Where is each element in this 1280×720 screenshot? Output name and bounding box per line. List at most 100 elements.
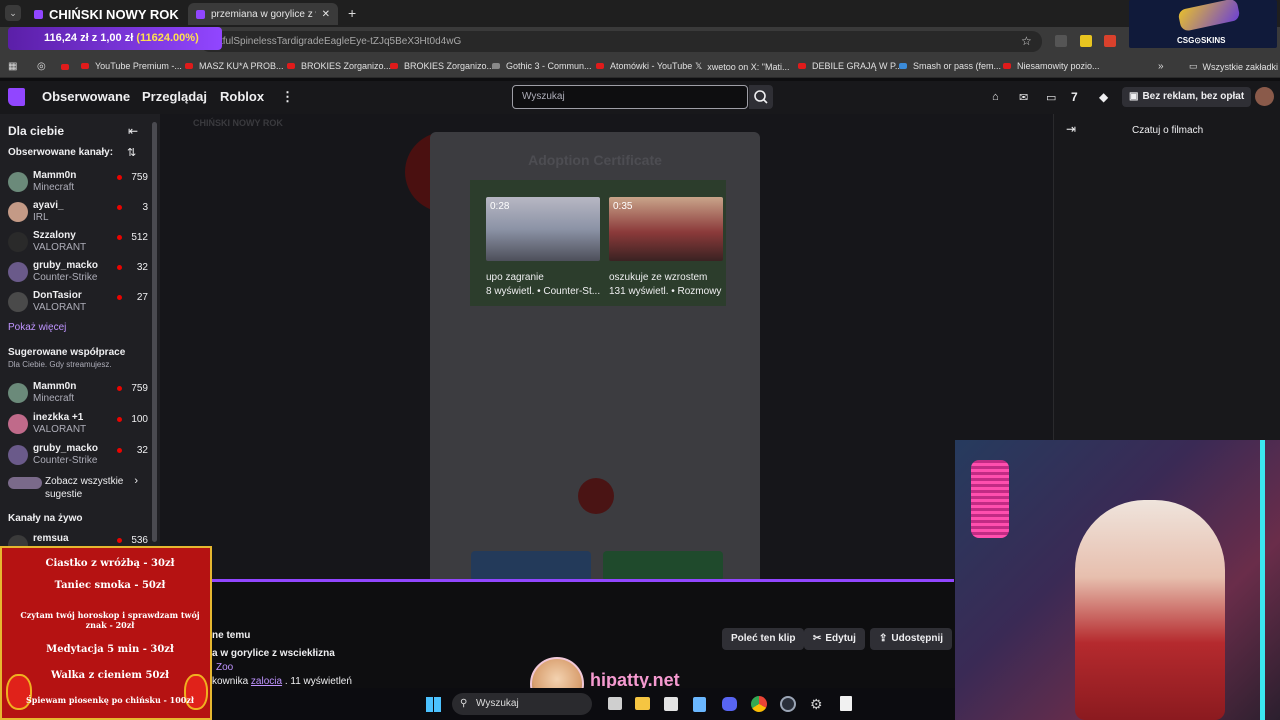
apps-grid-icon[interactable]: ▦ [8,61,17,72]
messages-icon[interactable]: ✉ [1019,91,1028,104]
inbox-icon[interactable]: ⌂ [992,91,999,103]
nav-followed[interactable]: Obserwowane [42,89,130,104]
tab-list-button[interactable]: ⌄ [5,5,21,21]
steam-icon[interactable] [780,696,796,712]
sidebar-scrollbar[interactable] [152,122,157,542]
youtube-icon [390,63,398,69]
extension-icon[interactable] [1104,35,1116,47]
windows-start-icon[interactable] [426,697,441,712]
bookmark-item[interactable]: 𝕏xwetoo on X: "Mati... [695,61,790,72]
sidebar-channel-item[interactable]: inezkka +1 VALORANT 100 [8,412,148,438]
bookmark-star-icon[interactable]: ☆ [1021,34,1032,48]
discord-icon[interactable] [722,697,737,711]
more-bookmarks-icon[interactable]: » [1158,61,1164,72]
extension-icon[interactable] [1080,35,1092,47]
search-input[interactable]: Wyszukaj [512,85,748,109]
extension-icon[interactable] [1055,35,1067,47]
clipper-link[interactable]: zalocia [251,676,282,687]
bookmark-icon[interactable] [61,64,69,70]
bookmark-item[interactable]: Gothic 3 - Commun... [492,61,592,71]
sidebar-channel-item[interactable]: Mamm0n Minecraft 759 [8,381,148,407]
all-bookmarks-button[interactable]: ▭ Wszystkie zakładki [1189,61,1278,72]
expand-chat-icon[interactable]: ⇥ [1066,122,1076,136]
clip-player[interactable]: CHIŃSKI NOWY ROK Adoption Certificate [160,114,1053,580]
settings-icon[interactable]: ⚙ [810,696,823,713]
live-channels-title: Kanały na żywo [8,513,83,524]
clip-category-link[interactable]: Zoo [216,662,233,673]
share-clip-button[interactable]: ⇪ Udostępnij [870,628,953,650]
followed-channels-title: Obserwowane kanały: [8,147,114,158]
crown-icon[interactable]: ◆ [1099,90,1108,104]
clip-title[interactable]: upo zagranie [486,272,602,283]
bookmark-icon[interactable]: ◎ [37,61,46,72]
channel-name: Mamm0n [33,381,77,392]
channel-name: ayavi_ [33,200,64,211]
bits-icon[interactable]: 7 [1071,90,1078,104]
live-indicator-icon [117,538,122,543]
clip-thumbnail[interactable]: 0:35 [609,197,723,261]
sidebar-channel-item[interactable]: Mamm0n Minecraft 759 [8,170,148,196]
bookmark-item[interactable]: Atomówki - YouTube [596,61,692,71]
nav-more-icon[interactable]: ⋮ [281,89,294,105]
collapse-sidebar-icon[interactable]: ⇤ [128,124,138,138]
nav-browse[interactable]: Przeglądaj [142,89,207,104]
notepad-icon[interactable] [693,697,706,712]
bookmark-item[interactable]: YouTube Premium -... [81,61,182,71]
donation-goal-text: 116,24 zł z 1,00 zł (11624.00%) [44,32,199,44]
bookmark-item[interactable]: BROKIES Zorganizo... [287,61,391,71]
task-view-icon[interactable] [608,697,622,710]
file-explorer-icon[interactable] [635,697,650,710]
search-button[interactable] [749,85,773,109]
browser-tab-strip: ⌄ CHIŃSKI NOWY ROK przemiana w gorylice … [0,0,1280,27]
recommend-clip-button[interactable]: Poleć ten klip [722,628,805,650]
user-avatar[interactable] [1255,87,1274,106]
twitch-logo-icon[interactable] [8,88,25,106]
channel-game: Counter-Strike [33,455,98,466]
menu-item: Czytam twój horoskop i sprawdzam twój zn… [20,610,200,630]
sidebar-channel-item[interactable]: Szzalony VALORANT 512 [8,230,148,256]
clip-duration: 0:28 [490,201,510,212]
related-clip-card[interactable]: 0:28 upo zagranie 8 wyświetl. • Counter-… [486,197,602,297]
csgo-skins-label: CSG⊙SKINS [1177,36,1226,45]
knife-icon [1177,0,1241,32]
whispers-icon[interactable]: ▭ [1046,91,1056,104]
viewer-count: 32 [136,445,148,456]
sidebar-channel-item[interactable]: gruby_macko Counter-Strike 32 [8,443,148,469]
nav-roblox[interactable]: Roblox [220,89,264,104]
live-indicator-icon [117,448,122,453]
see-all-suggestions-label: Zobacz wszystkie sugestie [45,476,124,500]
bookmark-item[interactable]: DEBILE GRAJĄ W P... [798,61,902,71]
viewer-count: 27 [136,292,148,303]
confirm-button-graphic [603,551,723,580]
channel-game: IRL [33,212,49,223]
clip-age: ne temu [212,630,251,641]
ad-free-button[interactable]: ▣ Bez reklam, bez opłat [1122,87,1252,107]
browser-tab-2[interactable]: przemiana w gorylice z wsciekl ✕ [188,3,338,25]
new-tab-button[interactable]: + [348,5,356,21]
document-icon[interactable] [840,696,852,711]
bookmark-item[interactable]: Smash or pass (fem... [899,61,1001,71]
see-all-suggestions-button[interactable]: Zobacz wszystkie sugestie › [8,475,148,503]
store-icon[interactable] [664,697,678,711]
related-clip-card[interactable]: 0:35 oszukuje ze wzrostem 131 wyświetl. … [609,197,725,297]
sidebar-channel-item[interactable]: DonTasior VALORANT 27 [8,290,148,316]
stream-overlay-title: CHIŃSKI NOWY ROK [193,118,283,128]
sort-icon[interactable]: ⇅ [127,146,136,159]
bookmark-item[interactable]: MASZ KU*A PROB... [185,61,284,71]
sidebar-channel-item[interactable]: gruby_macko Counter-Strike 32 [8,260,148,286]
edit-clip-button[interactable]: ✂ Edytuj [804,628,865,650]
taskbar-search[interactable]: ⚲ Wyszukaj [452,693,592,715]
bookmark-item[interactable]: BROKIES Zorganizo... [390,61,494,71]
close-tab-icon[interactable]: ✕ [322,9,330,20]
browser-tab-1[interactable]: CHIŃSKI NOWY ROK [26,3,188,25]
show-more-link[interactable]: Pokaż więcej [8,322,66,333]
suggested-collabs-title: Sugerowane współprace [8,347,126,358]
chrome-icon[interactable] [751,696,767,712]
bookmark-item[interactable]: Niesamowity pozio... [1003,61,1100,71]
clip-thumbnail[interactable]: 0:28 [486,197,600,261]
scissors-icon: ✂ [813,633,822,644]
sidebar-channel-item[interactable]: ayavi_ IRL 3 [8,200,148,226]
clip-title[interactable]: oszukuje ze wzrostem [609,272,725,283]
address-bar[interactable]: tfulSpinelessTardigradeEagleEye-tZJq5BeX… [200,31,1042,52]
channel-name: DonTasior [33,290,82,301]
